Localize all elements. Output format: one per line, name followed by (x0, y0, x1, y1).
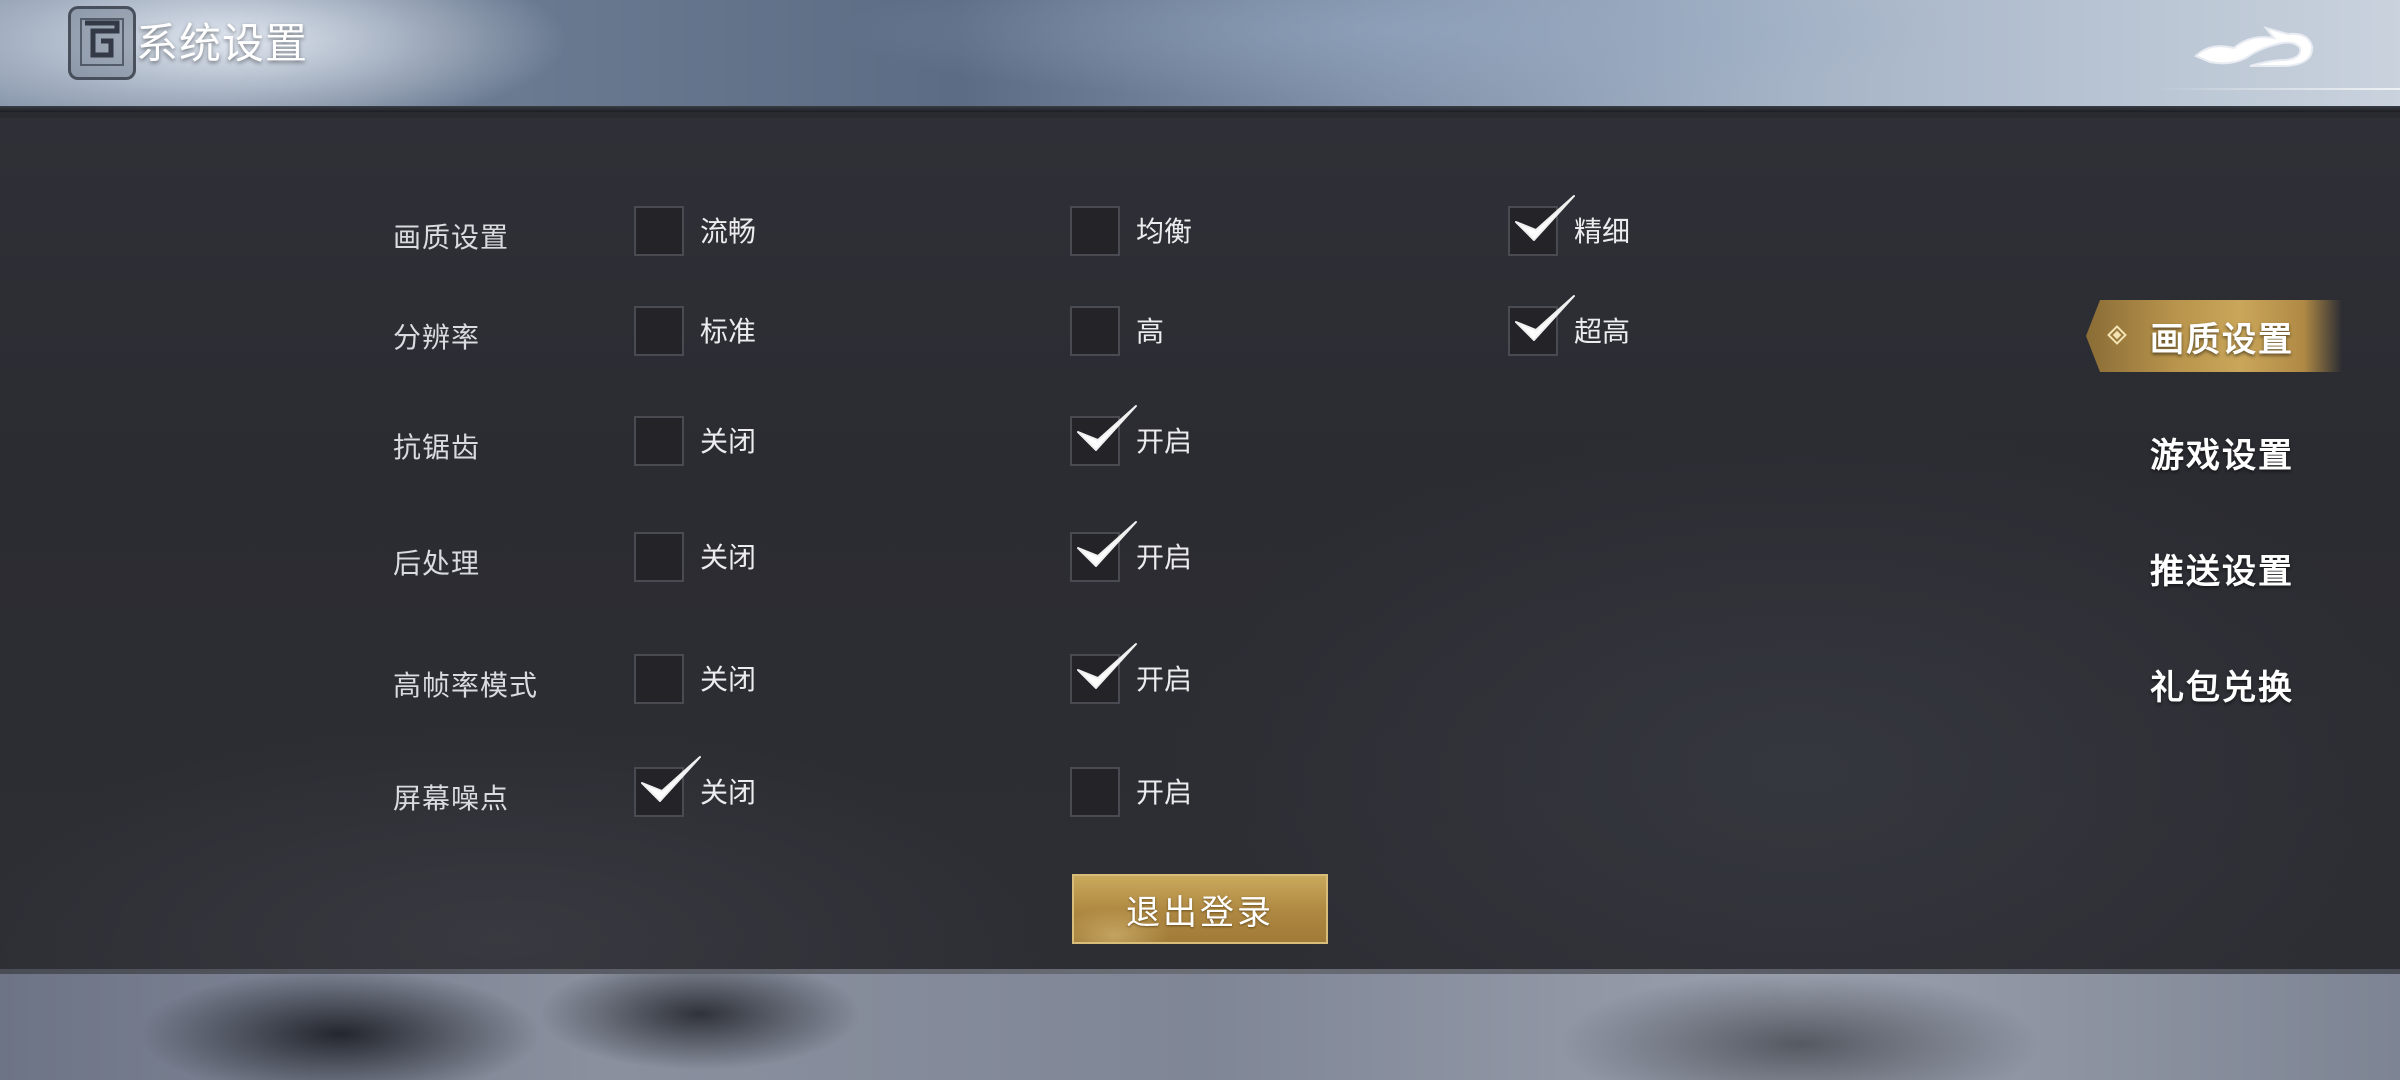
option-label: 开启 (1136, 541, 1193, 574)
setting-label: 画质设置 (393, 221, 510, 254)
back-button[interactable] (2190, 14, 2320, 74)
checkbox[interactable] (634, 767, 684, 817)
option-label: 开启 (1136, 425, 1193, 458)
checkbox[interactable] (1070, 654, 1120, 704)
setting-label: 高帧率模式 (393, 669, 539, 702)
checkbox[interactable] (1070, 532, 1120, 582)
nav-item[interactable]: 画质设置 (2150, 312, 2294, 361)
setting-label: 后处理 (393, 547, 481, 580)
option-label: 流畅 (700, 215, 757, 248)
checkbox[interactable] (1070, 206, 1120, 256)
option-label: 高 (1136, 315, 1165, 348)
option-label: 开启 (1136, 776, 1193, 809)
nav-item[interactable]: 礼包兑换 (2150, 660, 2294, 709)
setting-label: 屏幕噪点 (393, 782, 510, 815)
checkbox[interactable] (1070, 767, 1120, 817)
nav-item[interactable]: 推送设置 (2150, 544, 2294, 593)
background-scenery (0, 974, 2400, 1080)
checkbox[interactable] (634, 532, 684, 582)
option-label: 超高 (1574, 315, 1631, 348)
option-label: 开启 (1136, 663, 1193, 696)
checkbox[interactable] (1508, 206, 1558, 256)
option-label: 关闭 (700, 663, 757, 696)
nav-item[interactable]: 游戏设置 (2150, 428, 2294, 477)
checkbox[interactable] (634, 306, 684, 356)
checkbox[interactable] (1508, 306, 1558, 356)
checkbox[interactable] (634, 206, 684, 256)
option-label: 精细 (1574, 215, 1631, 248)
top-bar: 系统设置 (0, 0, 2400, 112)
option-label: 关闭 (700, 425, 757, 458)
settings-panel (0, 118, 2400, 974)
header-divider (2150, 88, 2400, 90)
dragon-back-icon (2194, 26, 2314, 67)
setting-label: 分辨率 (393, 321, 481, 354)
logout-button[interactable]: 退出登录 (1072, 874, 1328, 944)
option-label: 均衡 (1136, 215, 1193, 248)
option-label: 标准 (700, 315, 757, 348)
diamond-icon (2107, 325, 2127, 345)
checkbox[interactable] (1070, 416, 1120, 466)
checkbox[interactable] (634, 416, 684, 466)
page-title: 系统设置 (136, 19, 309, 68)
checkbox[interactable] (1070, 306, 1120, 356)
option-label: 关闭 (700, 776, 757, 809)
option-label: 关闭 (700, 541, 757, 574)
setting-label: 抗锯齿 (393, 431, 481, 464)
checkbox[interactable] (634, 654, 684, 704)
game-logo-icon (68, 6, 136, 80)
